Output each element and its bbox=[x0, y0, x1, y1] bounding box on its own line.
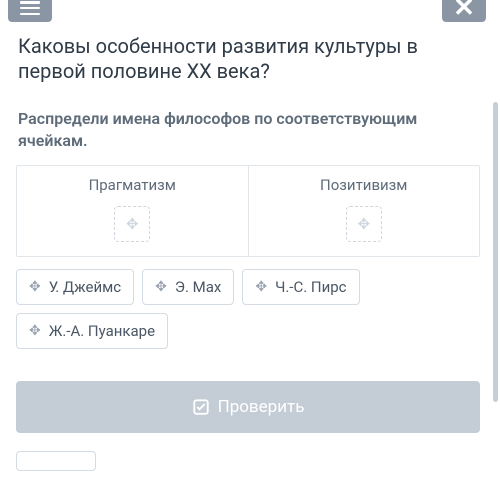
partial-button[interactable] bbox=[16, 451, 96, 471]
move-icon: ✥ bbox=[357, 215, 370, 233]
chip-label: Ж.-А. Пуанкаре bbox=[49, 322, 155, 340]
chip-peirce[interactable]: ✥ Ч.-С. Пирс bbox=[242, 269, 359, 305]
column-header: Прагматизм bbox=[89, 166, 176, 202]
close-button[interactable]: ✕ bbox=[442, 0, 486, 22]
drop-column-positivism: Позитивизм ✥ bbox=[249, 166, 480, 256]
chips-container: ✥ У. Джеймс ✥ Э. Мах ✥ Ч.-С. Пирс ✥ Ж.-А… bbox=[12, 257, 484, 349]
chip-james[interactable]: ✥ У. Джеймс bbox=[16, 269, 134, 305]
close-icon: ✕ bbox=[453, 0, 475, 21]
chip-label: У. Джеймс bbox=[49, 278, 121, 296]
scrollbar[interactable] bbox=[493, 102, 498, 402]
question-title: Каковы особенности развития культуры в п… bbox=[0, 28, 500, 94]
move-icon: ✥ bbox=[29, 279, 41, 295]
hamburger-icon bbox=[20, 1, 40, 15]
chip-label: Э. Мах bbox=[175, 278, 222, 296]
chip-label: Ч.-С. Пирс bbox=[275, 278, 346, 296]
drop-column-pragmatism: Прагматизм ✥ bbox=[17, 166, 249, 256]
move-icon: ✥ bbox=[255, 279, 267, 295]
chip-poincare[interactable]: ✥ Ж.-А. Пуанкаре bbox=[16, 313, 168, 349]
drop-zone-pragmatism[interactable]: ✥ bbox=[114, 206, 150, 242]
content-area: Распредели имена философов по соответств… bbox=[0, 94, 500, 504]
move-icon: ✥ bbox=[155, 279, 167, 295]
drop-table: Прагматизм ✥ Позитивизм ✥ bbox=[16, 165, 480, 257]
menu-button[interactable] bbox=[8, 0, 52, 22]
drop-zone-positivism[interactable]: ✥ bbox=[346, 206, 382, 242]
column-header: Позитивизм bbox=[320, 166, 407, 202]
check-icon bbox=[192, 398, 210, 416]
chip-mach[interactable]: ✥ Э. Мах bbox=[142, 269, 234, 305]
check-button-label: Проверить bbox=[218, 397, 305, 417]
check-button[interactable]: Проверить bbox=[16, 381, 480, 433]
move-icon: ✥ bbox=[126, 215, 139, 233]
move-icon: ✥ bbox=[29, 323, 41, 339]
instruction-text: Распредели имена философов по соответств… bbox=[12, 94, 484, 165]
